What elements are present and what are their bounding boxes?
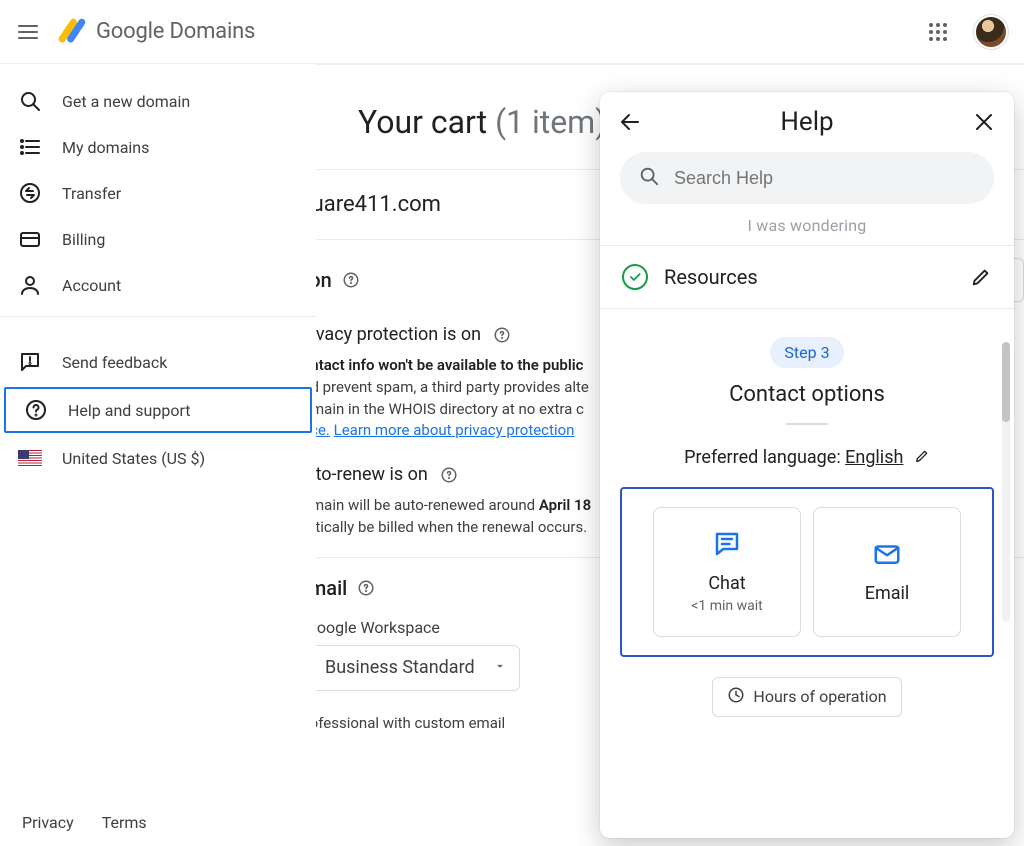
us-flag-icon (18, 450, 42, 466)
person-icon (18, 273, 42, 297)
sidebar-item-feedback[interactable]: Send feedback (0, 339, 316, 385)
sidebar-item-label: United States (US $) (62, 449, 205, 468)
sidebar-item-get-domain[interactable]: Get a new domain (0, 78, 316, 124)
divider (0, 316, 316, 317)
app-header: Google Domains (0, 0, 1024, 64)
logo-mark-icon (58, 18, 86, 46)
sidebar-item-label: Send feedback (62, 353, 167, 372)
help-tooltip-icon[interactable] (440, 466, 458, 484)
contact-chat-card[interactable]: Chat <1 min wait (653, 507, 801, 637)
transfer-icon (18, 181, 42, 205)
registration-label: istration (316, 268, 332, 292)
chat-wait-time: <1 min wait (691, 598, 762, 614)
previous-text-snippet: I was wondering (600, 214, 1014, 245)
sidebar-item-my-domains[interactable]: My domains (0, 124, 316, 170)
check-circle-icon (622, 264, 648, 290)
card-icon (18, 227, 42, 251)
contact-email-card[interactable]: Email (813, 507, 961, 637)
sidebar-item-label: Billing (62, 230, 105, 249)
help-tooltip-icon[interactable] (357, 579, 375, 597)
scrollbar[interactable] (1002, 342, 1010, 622)
close-icon[interactable] (972, 110, 996, 134)
sidebar-item-region[interactable]: United States (US $) (0, 435, 316, 481)
privacy-learn-more-link[interactable]: Learn more about privacy protection (334, 421, 575, 439)
sidebar-item-label: My domains (62, 138, 149, 157)
email-label: Email (865, 583, 910, 604)
help-search-input[interactable] (674, 168, 976, 189)
footer-links: Privacy Terms (22, 813, 147, 832)
sidebar-item-account[interactable]: Account (0, 262, 316, 308)
edit-icon[interactable] (970, 266, 992, 288)
account-avatar[interactable] (974, 15, 1008, 49)
privacy-protection-body: contact info won't be available to the p… (316, 355, 589, 442)
step-badge: Step 3 (770, 337, 843, 368)
chat-label: Chat (708, 573, 745, 594)
sidebar-item-help[interactable]: Help and support (4, 387, 312, 433)
help-title: Help (780, 107, 833, 137)
help-panel: Help I was wondering Resources Step 3 Co… (600, 92, 1014, 838)
privacy-protection-title: Privacy protection is on (316, 324, 481, 345)
privacy-link[interactable]: Privacy (22, 813, 74, 832)
preferred-language: Preferred language: English (600, 447, 1014, 469)
apps-grid-icon[interactable] (926, 20, 950, 44)
feedback-icon (18, 350, 42, 374)
language-link[interactable]: English (845, 447, 903, 468)
email-icon (872, 539, 902, 573)
edit-icon[interactable] (914, 448, 930, 469)
chat-icon (712, 529, 742, 563)
workspace-plan-select[interactable]: Business Standard (316, 645, 520, 691)
back-icon[interactable] (618, 110, 642, 134)
help-search[interactable] (620, 152, 994, 204)
divider (786, 423, 828, 425)
privacy-service-link[interactable]: rvice. (316, 421, 330, 439)
contact-options-box: Chat <1 min wait Email (620, 487, 994, 657)
page-title: Your cart (1 item) (358, 103, 606, 141)
custom-email-label: tom email (316, 576, 347, 600)
list-icon (18, 135, 42, 159)
contact-options-heading: Contact options (600, 382, 1014, 407)
resources-row[interactable]: Resources (600, 245, 1014, 309)
sidebar-item-label: Get a new domain (62, 92, 190, 111)
help-icon (24, 398, 48, 422)
sidebar-item-label: Help and support (68, 401, 191, 420)
product-name: Google Domains (96, 19, 255, 44)
product-logo[interactable]: Google Domains (58, 18, 255, 46)
sidebar-item-transfer[interactable]: Transfer (0, 170, 316, 216)
terms-link[interactable]: Terms (102, 813, 147, 832)
search-icon (638, 165, 660, 191)
clock-icon (727, 686, 745, 708)
hours-of-operation-button[interactable]: Hours of operation (712, 677, 901, 717)
autorenew-title: Auto-renew is on (316, 464, 428, 485)
resources-label: Resources (664, 265, 954, 289)
menu-icon[interactable] (16, 20, 40, 44)
help-tooltip-icon[interactable] (342, 271, 360, 289)
autorenew-body: domain will be auto-renewed around April… (316, 495, 591, 539)
search-icon (18, 89, 42, 113)
sidebar-item-label: Account (62, 276, 121, 295)
sidebar-item-label: Transfer (62, 184, 121, 203)
help-tooltip-icon[interactable] (493, 326, 511, 344)
chevron-down-icon (493, 657, 507, 678)
sidebar-item-billing[interactable]: Billing (0, 216, 316, 262)
sidebar: Get a new domain My domains Transfer Bil… (0, 64, 316, 846)
